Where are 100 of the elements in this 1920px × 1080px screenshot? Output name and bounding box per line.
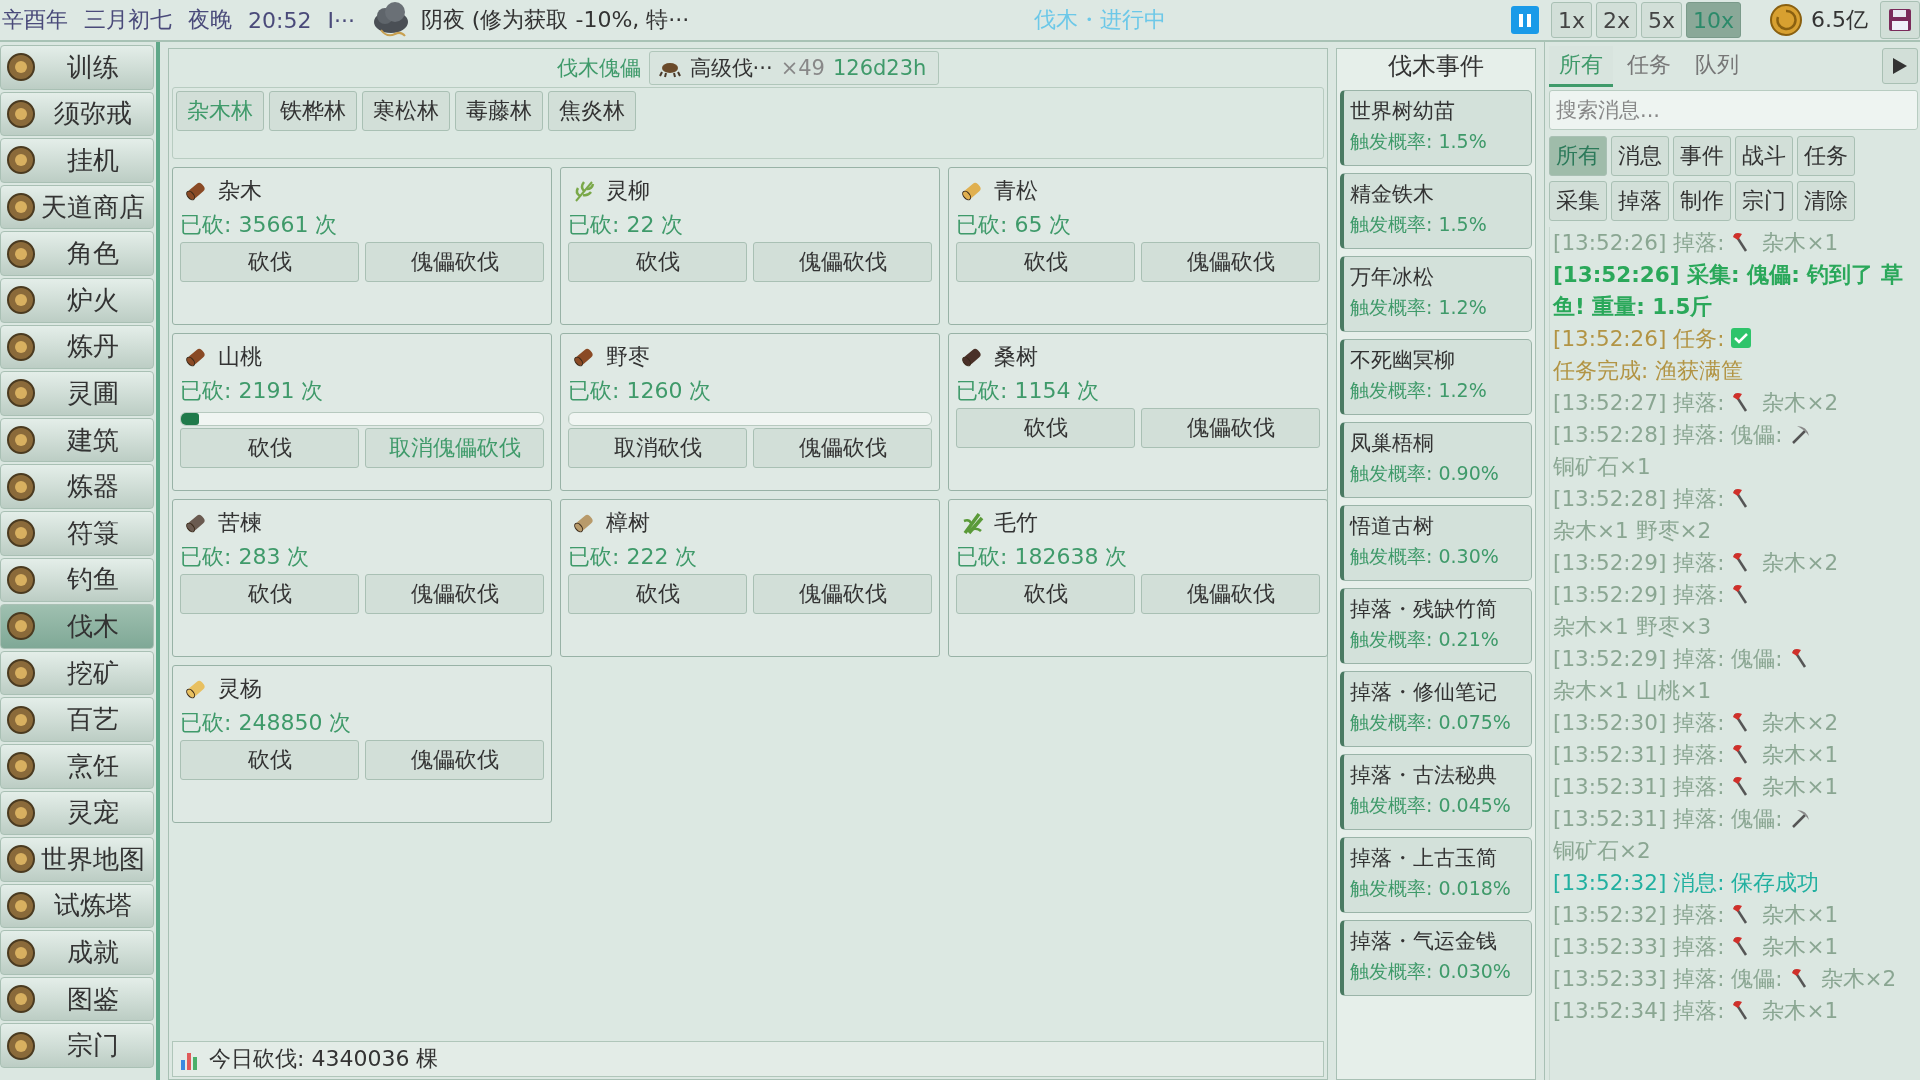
nav-item[interactable]: 钓鱼 xyxy=(0,557,154,603)
nav-item[interactable]: 挂机 xyxy=(0,138,154,183)
nav-item[interactable]: 试炼塔 xyxy=(0,883,154,929)
nav-item[interactable]: 炉火 xyxy=(0,277,154,323)
emblem-icon xyxy=(5,377,37,410)
log-text: [13:52:34] 掉落: xyxy=(1553,998,1725,1023)
filter-button[interactable]: 制作 xyxy=(1673,181,1731,221)
nav-item[interactable]: 成就 xyxy=(0,930,154,975)
filter-button[interactable]: 清除 xyxy=(1797,181,1855,221)
search-field[interactable]: 搜索消息... xyxy=(1549,90,1918,130)
puppet-name: 高级伐··· xyxy=(689,55,773,82)
emblem-icon xyxy=(5,424,37,457)
nav-item[interactable]: 百艺 xyxy=(0,697,154,742)
nav-item[interactable]: 符箓 xyxy=(0,510,154,556)
speed-button[interactable]: 2x xyxy=(1595,2,1637,38)
emblem-icon xyxy=(5,750,37,783)
event-rate: 触发概率: 1.5% xyxy=(1350,129,1488,154)
nav-item[interactable]: 灵圃 xyxy=(0,371,154,416)
log-tab[interactable]: 队列 xyxy=(1685,45,1749,87)
chop-button[interactable]: 砍伐 xyxy=(568,242,747,282)
chop-button[interactable]: 傀儡砍伐 xyxy=(365,574,544,614)
log-text: [13:52:26] 任务: xyxy=(1553,326,1725,351)
filter-button[interactable]: 宗门 xyxy=(1735,181,1793,221)
puppet-chip[interactable]: 高级伐··· ×49 126d23h xyxy=(648,51,940,85)
chop-button[interactable]: 傀儡砍伐 xyxy=(753,242,932,282)
event-rate: 触发概率: 0.30% xyxy=(1350,544,1500,569)
log-item-text: 铜矿石×1 xyxy=(1553,454,1651,479)
emblem-icon xyxy=(5,237,37,270)
date-text: 辛酉年 xyxy=(2,6,68,34)
log-item-text: 杂木×1 野枣×2 xyxy=(1553,518,1712,543)
log-text: [13:52:31] 掉落: 傀儡: xyxy=(1553,806,1783,831)
save-button[interactable] xyxy=(1880,1,1920,39)
log-text: [13:52:33] 掉落: xyxy=(1553,934,1725,959)
chop-button[interactable]: 砍伐 xyxy=(180,242,359,282)
forest-tab[interactable]: 铁桦林 xyxy=(269,91,357,131)
filter-button[interactable]: 消息 xyxy=(1611,136,1669,176)
chop-button[interactable]: 砍伐 xyxy=(956,574,1135,614)
emblem-icon xyxy=(5,144,37,177)
chop-button[interactable]: 砍伐 xyxy=(956,408,1135,448)
speed-button[interactable]: 1x xyxy=(1550,2,1592,38)
emblem-icon xyxy=(5,51,37,84)
chop-button[interactable]: 傀儡砍伐 xyxy=(1141,574,1320,614)
nav-item[interactable]: 须弥戒 xyxy=(0,91,154,137)
nav-item[interactable]: 伐木 xyxy=(0,604,154,649)
filter-button[interactable]: 掉落 xyxy=(1611,181,1669,221)
chop-button[interactable]: 砍伐 xyxy=(180,574,359,614)
chop-button[interactable]: 傀儡砍伐 xyxy=(753,428,932,468)
log-text: [13:52:33] 掉落: 傀儡: xyxy=(1553,966,1783,991)
emblem-icon xyxy=(5,517,37,550)
nav-item[interactable]: 灵宠 xyxy=(0,790,154,836)
log-tab[interactable]: 任务 xyxy=(1617,45,1681,87)
nav-item[interactable]: 训练 xyxy=(0,45,154,90)
speed-button[interactable]: 5x xyxy=(1640,2,1682,38)
filter-button[interactable]: 战斗 xyxy=(1735,136,1793,176)
event-rate: 触发概率: 0.018% xyxy=(1350,876,1512,901)
filter-button[interactable]: 任务 xyxy=(1797,136,1855,176)
puppet-label: 伐木傀儡 xyxy=(556,55,641,82)
nav-item[interactable]: 建筑 xyxy=(0,417,154,463)
forest-tab[interactable]: 焦炎林 xyxy=(548,91,636,131)
log-text: [13:52:26] 掉落: xyxy=(1553,230,1725,255)
log-item-text: 杂木×1 xyxy=(1762,774,1839,799)
forest-tab[interactable]: 寒松林 xyxy=(362,91,450,131)
nav-item[interactable]: 图鉴 xyxy=(0,976,154,1022)
log-text: [13:52:29] 掉落: xyxy=(1553,582,1725,607)
emblem-icon xyxy=(5,610,37,643)
log-item-text: 杂木×1 野枣×3 xyxy=(1553,614,1712,639)
chop-button[interactable]: 砍伐 xyxy=(568,574,747,614)
nav-item[interactable]: 炼丹 xyxy=(0,324,154,370)
event-name: 不死幽冥柳 xyxy=(1350,347,1456,374)
chop-count: 已砍: 283 次 xyxy=(180,543,311,571)
chop-button[interactable]: 傀儡砍伐 xyxy=(1141,408,1320,448)
chop-button[interactable]: 傀儡砍伐 xyxy=(365,242,544,282)
tree-name: 灵杨 xyxy=(218,675,262,703)
nav-item[interactable]: 炼器 xyxy=(0,464,154,509)
filter-button[interactable]: 事件 xyxy=(1673,136,1731,176)
nav-item[interactable]: 角色 xyxy=(0,231,154,276)
emblem-icon xyxy=(5,703,37,736)
chop-button[interactable]: 取消砍伐 xyxy=(568,428,747,468)
nav-item[interactable]: 世界地图 xyxy=(0,837,154,882)
nav-item[interactable]: 天道商店 xyxy=(0,184,154,230)
nav-item[interactable]: 宗门 xyxy=(0,1023,154,1069)
chop-button[interactable]: 砍伐 xyxy=(180,740,359,780)
filter-button[interactable]: 采集 xyxy=(1549,181,1607,221)
chop-button[interactable]: 砍伐 xyxy=(180,428,359,468)
tree-name: 苦楝 xyxy=(218,509,262,537)
expand-button[interactable] xyxy=(1882,48,1918,84)
nav-item[interactable]: 挖矿 xyxy=(0,650,154,696)
chop-button[interactable]: 傀儡砍伐 xyxy=(753,574,932,614)
forest-tab[interactable]: 毒藤林 xyxy=(455,91,543,131)
log-item-text: 杂木×1 xyxy=(1762,230,1839,255)
pause-button[interactable] xyxy=(1510,6,1539,34)
chop-button[interactable]: 傀儡砍伐 xyxy=(365,740,544,780)
log-item-text: 杂木×1 山桃×1 xyxy=(1553,678,1712,703)
chop-button[interactable]: 砍伐 xyxy=(956,242,1135,282)
event-name: 凤巢梧桐 xyxy=(1350,430,1435,457)
nav-item[interactable]: 烹饪 xyxy=(0,743,154,789)
chop-button[interactable]: 傀儡砍伐 xyxy=(1141,242,1320,282)
log-text: [13:52:29] 掉落: 傀儡: xyxy=(1553,646,1783,671)
tree-name: 桑树 xyxy=(994,343,1038,371)
activity-status: 伐木・进行中 xyxy=(1033,6,1168,34)
